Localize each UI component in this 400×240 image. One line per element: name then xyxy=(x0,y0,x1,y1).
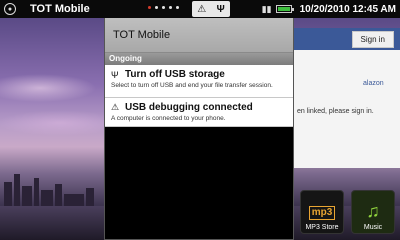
warning-icon: ⚠ xyxy=(197,3,207,15)
background-app-link[interactable]: alazon xyxy=(363,80,384,87)
notification-usb-storage[interactable]: Ψ Turn off USB storage Select to turn of… xyxy=(105,65,293,98)
notification-title: USB debugging connected xyxy=(125,102,253,113)
page-dot xyxy=(169,6,172,9)
background-app-header: Sign in xyxy=(293,28,400,50)
notification-title: Turn off USB storage xyxy=(125,69,225,80)
usb-icon: Ψ xyxy=(216,3,225,15)
signal-icon: ▮▮ xyxy=(261,3,272,14)
music-note-icon: ♫ xyxy=(366,201,380,221)
circle-menu-icon[interactable]: ● xyxy=(4,3,16,15)
notification-panel-title: TOT Mobile xyxy=(113,29,171,41)
notification-description: A computer is connected to your phone. xyxy=(111,115,226,122)
page-indicator xyxy=(148,6,179,9)
notification-icons-area[interactable]: ⚠ Ψ xyxy=(192,1,230,17)
status-bar-datetime: 10/20/2010 12:45 AM xyxy=(299,3,396,15)
sign-in-button[interactable]: Sign in xyxy=(351,30,394,48)
page-dot-active xyxy=(148,6,151,9)
music-label: Music xyxy=(363,224,383,231)
status-bar[interactable]: ● TOT Mobile ⚠ Ψ ▮▮ 10/20/2010 12:45 AM xyxy=(0,0,400,18)
page-dot xyxy=(176,6,179,9)
warning-icon: ⚠ xyxy=(111,102,120,112)
usb-icon: Ψ xyxy=(111,69,119,80)
notification-panel-header: TOT Mobile xyxy=(105,18,293,53)
amazon-mp3-icon: mp3 xyxy=(308,206,336,220)
background-app-message: en linked, please sign in. xyxy=(297,108,374,115)
background-app-widget: Sign in alazon en linked, please sign in… xyxy=(293,28,400,168)
notification-description: Select to turn off USB and end your file… xyxy=(111,82,273,89)
notification-usb-debugging[interactable]: ⚠ USB debugging connected A computer is … xyxy=(105,98,293,127)
notification-panel[interactable]: TOT Mobile Ongoing Ψ Turn off USB storag… xyxy=(104,18,294,240)
status-bar-app-title: TOT Mobile xyxy=(30,3,90,15)
mp3-store-shortcut[interactable]: mp3 MP3 Store xyxy=(300,190,344,234)
page-dot xyxy=(155,6,158,9)
music-shortcut[interactable]: ♫ Music xyxy=(351,190,395,234)
page-dot xyxy=(162,6,165,9)
ongoing-section-header: Ongoing xyxy=(105,53,293,65)
mp3-store-label: MP3 Store xyxy=(305,224,339,231)
wallpaper-skyline xyxy=(0,168,110,208)
battery-icon xyxy=(275,5,294,13)
